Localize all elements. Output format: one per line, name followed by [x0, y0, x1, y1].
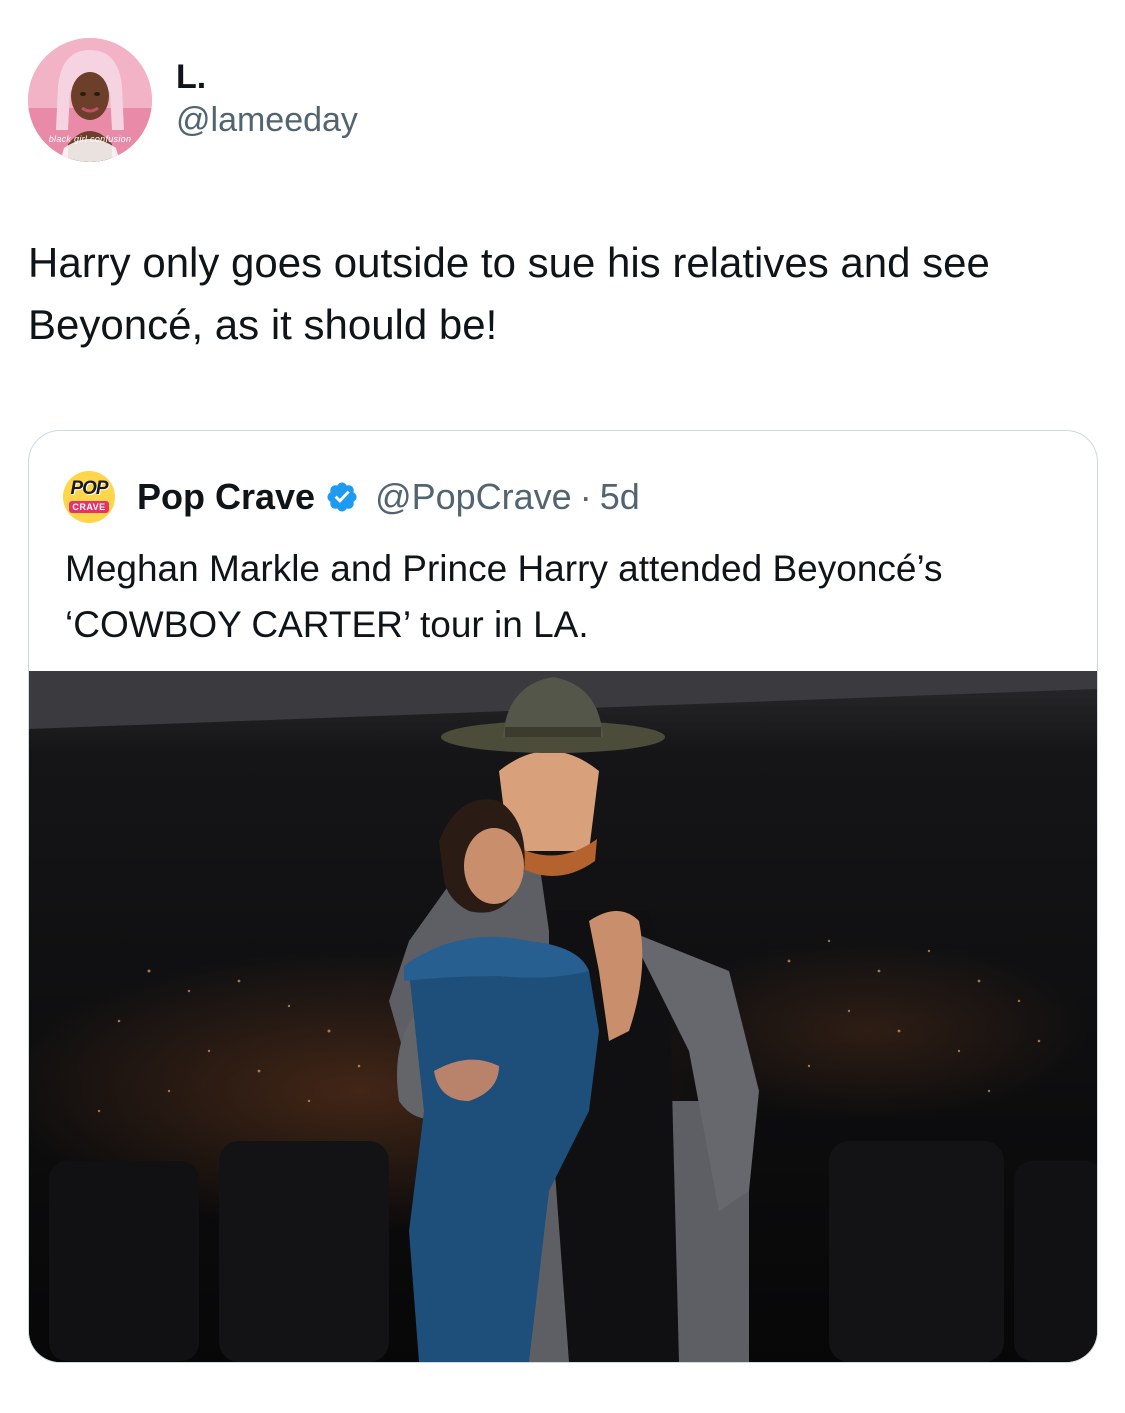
author-handle[interactable]: @lameeday [176, 97, 358, 143]
photo-couple-at-concert-icon [29, 671, 1097, 1362]
quoted-tweet-time[interactable]: 5d [600, 476, 640, 518]
quoted-author-handle[interactable]: @PopCrave [375, 476, 572, 518]
quoted-author-name[interactable]: Pop Crave [137, 476, 315, 518]
tweet-text: Harry only goes outside to sue his relat… [28, 239, 990, 348]
author-display-name[interactable]: L. [176, 57, 358, 97]
author-avatar[interactable]: black girl confusion [28, 38, 152, 162]
pop-crave-logo-icon[interactable]: POP CRAVE [63, 471, 115, 523]
author-names: L. @lameeday [176, 57, 358, 143]
quoted-tweet-text: Meghan Markle and Prince Harry attended … [65, 548, 943, 645]
quoted-tweet-photo[interactable] [29, 671, 1097, 1362]
avatar-caption: black girl confusion [48, 134, 132, 144]
quoted-tweet-card[interactable]: POP CRAVE Pop Crave @PopCrave · 5d Megha… [28, 430, 1098, 1363]
logo-text-crave: CRAVE [69, 501, 109, 513]
verified-badge-icon [327, 482, 357, 512]
quoted-tweet-header: POP CRAVE Pop Crave @PopCrave · 5d [63, 471, 640, 523]
tweet-header: black girl confusion L. @lameeday [28, 38, 358, 162]
meta-separator: · [579, 476, 592, 517]
logo-text-pop: POP [70, 478, 108, 499]
